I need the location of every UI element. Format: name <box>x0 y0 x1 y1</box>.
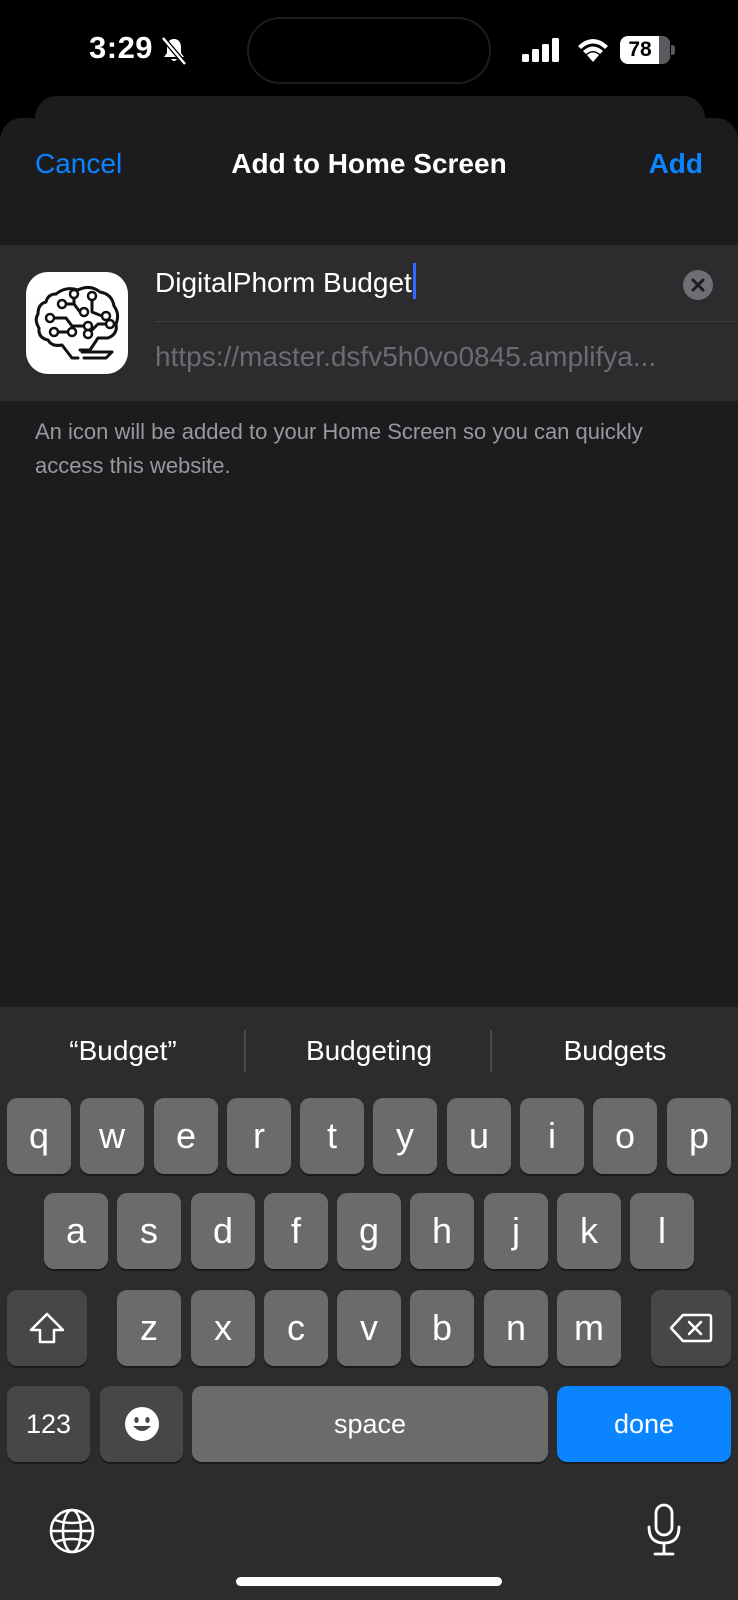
emoji-key[interactable] <box>100 1386 183 1462</box>
key-m[interactable]: m <box>557 1290 621 1366</box>
key-c[interactable]: c <box>264 1290 328 1366</box>
emoji-icon <box>124 1407 159 1441</box>
bell-muted-icon <box>161 36 187 66</box>
clear-text-button[interactable] <box>683 270 713 300</box>
key-q[interactable]: q <box>7 1098 71 1174</box>
info-text: An icon will be added to your Home Scree… <box>35 419 643 478</box>
key-w[interactable]: w <box>80 1098 144 1174</box>
cellular-signal-icon <box>522 38 559 62</box>
delete-key[interactable] <box>651 1290 731 1366</box>
url-field: https://master.dsfv5h0vo0845.amplifya... <box>155 341 657 372</box>
app-icon <box>26 272 128 374</box>
key-j[interactable]: j <box>484 1193 548 1269</box>
shift-key[interactable] <box>7 1290 87 1366</box>
key-v[interactable]: v <box>337 1290 401 1366</box>
key-x[interactable]: x <box>191 1290 255 1366</box>
key-h[interactable]: h <box>410 1193 474 1269</box>
text-cursor <box>412 263 416 299</box>
key-p[interactable]: p <box>667 1098 731 1174</box>
done-key[interactable]: done <box>557 1386 731 1462</box>
key-e[interactable]: e <box>154 1098 218 1174</box>
key-n[interactable]: n <box>484 1290 548 1366</box>
close-icon <box>691 278 705 292</box>
key-y[interactable]: y <box>373 1098 437 1174</box>
space-key[interactable]: space <box>192 1386 548 1462</box>
home-indicator <box>236 1577 502 1586</box>
status-bar: 3:29 78 <box>0 0 738 96</box>
nav-bar: Cancel Add to Home Screen Add <box>0 118 738 228</box>
key-i[interactable]: i <box>520 1098 584 1174</box>
status-time: 3:29 <box>89 30 154 65</box>
key-t[interactable]: t <box>300 1098 364 1174</box>
battery-indicator: 78 <box>620 36 675 64</box>
dynamic-island <box>247 17 491 84</box>
key-b[interactable]: b <box>410 1290 474 1366</box>
suggestion-2[interactable]: Budgeting <box>246 1007 492 1095</box>
suggestion-1[interactable]: “Budget” <box>0 1007 246 1095</box>
key-z[interactable]: z <box>117 1290 181 1366</box>
keyboard: “Budget” Budgeting Budgets q w e r t y u… <box>0 1007 738 1600</box>
key-u[interactable]: u <box>447 1098 511 1174</box>
divider <box>155 321 738 322</box>
page-title: Add to Home Screen <box>231 148 507 179</box>
battery-level: 78 <box>628 38 652 61</box>
key-l[interactable]: l <box>630 1193 694 1269</box>
key-r[interactable]: r <box>227 1098 291 1174</box>
bookmark-card: DigitalPhorm Budget https://master.dsfv5… <box>0 245 738 401</box>
shift-icon <box>29 1312 65 1344</box>
suggestion-3[interactable]: Budgets <box>492 1007 738 1095</box>
key-k[interactable]: k <box>557 1193 621 1269</box>
key-d[interactable]: d <box>191 1193 255 1269</box>
globe-icon[interactable] <box>48 1507 96 1555</box>
name-input-value: DigitalPhorm Budget <box>155 267 412 298</box>
add-button[interactable]: Add <box>649 148 703 180</box>
wifi-icon <box>578 39 608 62</box>
numbers-key[interactable]: 123 <box>7 1386 90 1462</box>
name-input[interactable]: DigitalPhorm Budget <box>155 263 675 309</box>
key-s[interactable]: s <box>117 1193 181 1269</box>
key-f[interactable]: f <box>264 1193 328 1269</box>
microphone-icon[interactable] <box>646 1503 682 1557</box>
key-a[interactable]: a <box>44 1193 108 1269</box>
backspace-icon <box>669 1313 713 1343</box>
brain-circuit-icon <box>34 285 120 360</box>
key-o[interactable]: o <box>593 1098 657 1174</box>
key-g[interactable]: g <box>337 1193 401 1269</box>
